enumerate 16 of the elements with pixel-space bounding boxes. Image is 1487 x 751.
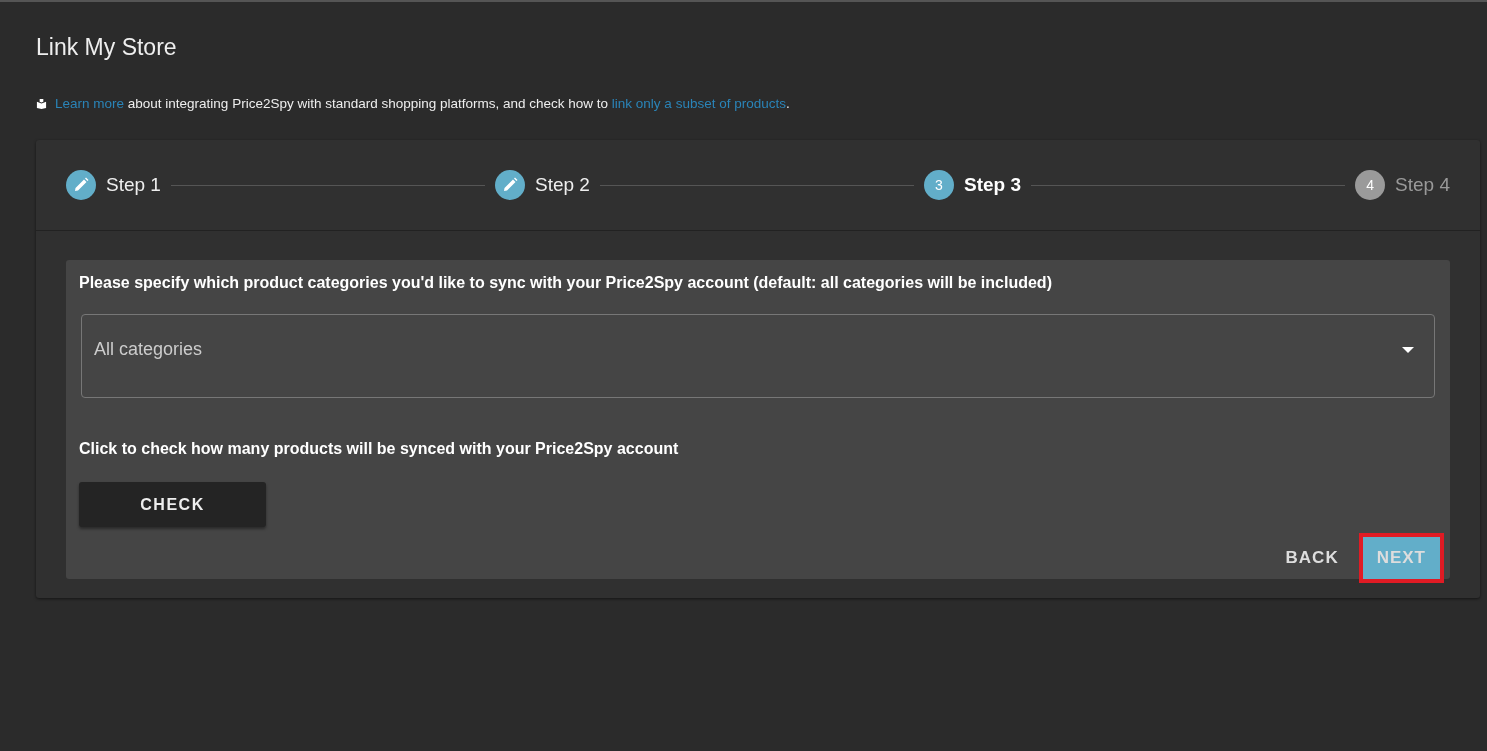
back-button[interactable]: BACK <box>1271 537 1353 579</box>
step-label[interactable]: Step 2 <box>535 174 590 196</box>
step-label[interactable]: Step 4 <box>1395 174 1450 196</box>
step-label[interactable]: Step 1 <box>106 174 161 196</box>
page-title: Link My Store <box>36 34 178 61</box>
step-label[interactable]: Step 3 <box>963 174 1021 196</box>
instruction-text: Please specify which product categories you'd like to sync with your Price2Spy account (default: all categories will be included) <box>79 274 1053 292</box>
dropdown-caret-icon <box>1402 347 1414 353</box>
info-text: Learn more about integrating Price2Spy with standard shopping platforms, and check how to link only a subset of products. <box>55 96 790 111</box>
subset-link[interactable]: link only a subset of products <box>611 96 786 111</box>
category-select[interactable]: All categories <box>81 314 1435 398</box>
step-number: 4 <box>1355 170 1386 200</box>
check-button[interactable]: CHECK <box>79 482 266 527</box>
step-number: 3 <box>923 170 954 200</box>
check-instruction-text: Click to check how many products will be synced with your Price2Spy account <box>79 440 680 458</box>
book-icon <box>36 98 47 109</box>
